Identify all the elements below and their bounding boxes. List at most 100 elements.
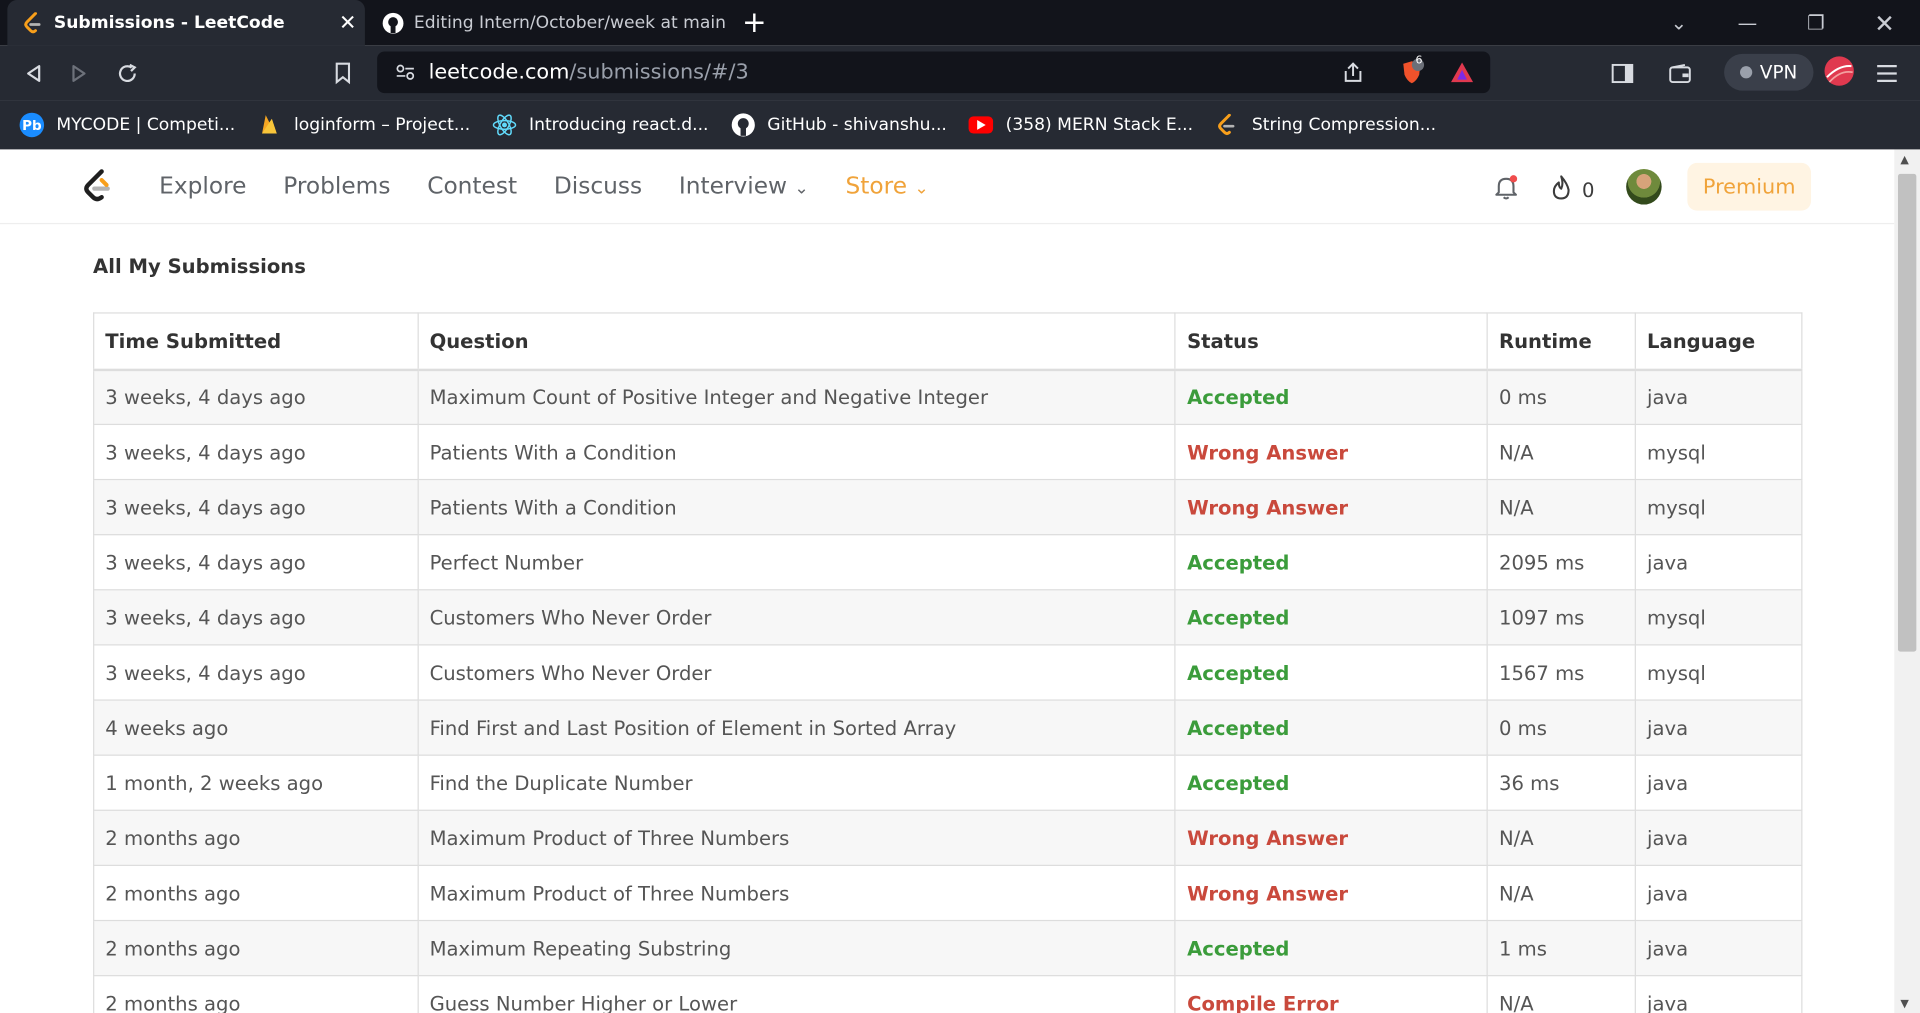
cell-status-link[interactable]: Accepted <box>1174 754 1488 811</box>
bookmarks-bar: Pb MYCODE | Competi... loginform – Projec… <box>0 100 1920 150</box>
cell-question-link[interactable]: Patients With a Condition <box>417 478 1177 536</box>
cell-status-link[interactable]: Accepted <box>1174 534 1488 591</box>
vpn-button[interactable]: VPN <box>1724 53 1814 91</box>
cell-status-link[interactable]: Wrong Answer <box>1174 809 1488 867</box>
cell-status-link[interactable]: Accepted <box>1174 589 1488 646</box>
cell-status-link[interactable]: Wrong Answer <box>1174 423 1488 481</box>
cell-runtime: 1097 ms <box>1486 589 1637 646</box>
table-row: 1 month, 2 weeks ago Find the Duplicate N… <box>93 754 1803 811</box>
cell-question-link[interactable]: Patients With a Condition <box>417 423 1177 481</box>
reload-icon[interactable] <box>111 58 143 90</box>
leetcode-logo-icon[interactable] <box>81 169 115 211</box>
cell-question-link[interactable]: Maximum Count of Positive Integer and Ne… <box>417 368 1177 426</box>
back-icon[interactable] <box>17 58 49 90</box>
leetcode-icon <box>1215 113 1239 137</box>
page-title: All My Submissions <box>93 254 306 279</box>
cell-question-link[interactable]: Customers Who Never Order <box>417 589 1177 646</box>
nav-explore[interactable]: Explore <box>159 173 246 200</box>
cell-question-link[interactable]: Customers Who Never Order <box>417 644 1177 701</box>
cell-question-link[interactable]: Maximum Repeating Substring <box>417 919 1177 977</box>
cell-runtime: N/A <box>1486 864 1637 922</box>
cell-runtime: 0 ms <box>1486 368 1637 426</box>
cell-language: mysql <box>1634 589 1803 646</box>
restore-button[interactable]: ❐ <box>1782 0 1851 45</box>
cell-status-link[interactable]: Accepted <box>1174 644 1488 701</box>
brave-shields-icon[interactable] <box>1396 56 1428 88</box>
chevron-down-icon: ⌄ <box>914 178 929 199</box>
profile-icon[interactable] <box>1823 55 1855 87</box>
table-row: 4 weeks ago Find First and Last Position … <box>93 699 1803 756</box>
premium-button[interactable]: Premium <box>1687 162 1812 211</box>
column-header-runtime: Runtime <box>1486 312 1637 371</box>
table-row: 2 months ago Maximum Product of Three Num… <box>93 809 1803 867</box>
nav-store[interactable]: Store ⌄ <box>846 173 929 200</box>
cell-time-submitted: 2 months ago <box>93 975 419 1013</box>
cell-question-link[interactable]: Perfect Number <box>417 534 1177 591</box>
avatar[interactable] <box>1626 169 1662 205</box>
cell-question-link[interactable]: Find First and Last Position of Element … <box>417 699 1177 756</box>
table-row: 3 weeks, 4 days ago Patients With a Condi… <box>93 423 1803 481</box>
cell-status-link[interactable]: Wrong Answer <box>1174 864 1488 922</box>
cell-runtime: N/A <box>1486 809 1637 867</box>
scroll-down-icon[interactable]: ▼ <box>1900 998 1908 1010</box>
close-tab-icon[interactable]: ✕ <box>331 10 365 34</box>
scroll-up-icon[interactable]: ▲ <box>1900 154 1908 166</box>
address-bar[interactable]: leetcode.com/submissions/#/3 6 <box>377 51 1491 94</box>
close-window-button[interactable]: ✕ <box>1850 0 1919 45</box>
table-row: 3 weeks, 4 days ago Customers Who Never O… <box>93 589 1803 646</box>
new-tab-button[interactable]: + <box>742 5 767 39</box>
cell-language: mysql <box>1634 478 1803 536</box>
bookmark-item[interactable]: loginform – Project... <box>257 113 470 137</box>
tab-github-editing[interactable]: Editing Intern/October/week at main · <box>367 0 725 45</box>
cell-question-link[interactable]: Guess Number Higher or Lower <box>417 975 1177 1013</box>
cell-status-link[interactable]: Accepted <box>1174 368 1488 426</box>
nav-interview[interactable]: Interview ⌄ <box>679 173 809 200</box>
cell-language: java <box>1634 699 1803 756</box>
sidebar-icon[interactable] <box>1607 58 1639 90</box>
bookmark-item[interactable]: (358) MERN Stack E... <box>968 115 1193 135</box>
nav-discuss[interactable]: Discuss <box>554 173 642 200</box>
table-row: 3 weeks, 4 days ago Maximum Count of Posi… <box>93 368 1803 426</box>
tab-title: Submissions - LeetCode <box>53 12 285 33</box>
wallet-icon[interactable] <box>1664 58 1696 90</box>
menu-icon[interactable] <box>1871 58 1903 90</box>
bookmark-item[interactable]: Pb MYCODE | Competi... <box>19 112 236 138</box>
bookmark-item[interactable]: GitHub - shivanshu... <box>731 113 947 137</box>
cell-time-submitted: 4 weeks ago <box>93 699 419 756</box>
fire-icon <box>1550 174 1572 206</box>
site-navbar: Explore Problems Contest Discuss Intervi… <box>0 149 1895 225</box>
nav-problems[interactable]: Problems <box>283 173 390 200</box>
notification-bell-icon[interactable] <box>1493 174 1520 206</box>
tab-leetcode-submissions[interactable]: Submissions - LeetCode ✕ <box>7 0 365 46</box>
bookmark-icon[interactable] <box>327 58 359 90</box>
site-settings-icon[interactable] <box>389 56 421 88</box>
cell-question-link[interactable]: Find the Duplicate Number <box>417 754 1177 811</box>
minimize-button[interactable]: — <box>1713 0 1782 45</box>
brave-rewards-icon[interactable] <box>1446 56 1478 88</box>
nav-contest[interactable]: Contest <box>427 173 517 200</box>
cell-status-link[interactable]: Compile Error <box>1174 975 1488 1013</box>
bookmark-item[interactable]: Introducing react.d... <box>492 113 709 137</box>
bookmark-item[interactable]: String Compression... <box>1215 113 1436 137</box>
youtube-icon <box>968 116 994 134</box>
cell-status-link[interactable]: Accepted <box>1174 919 1488 977</box>
cell-time-submitted: 1 month, 2 weeks ago <box>93 754 419 811</box>
cell-question-link[interactable]: Maximum Product of Three Numbers <box>417 864 1177 922</box>
browser-toolbar: leetcode.com/submissions/#/3 6 VPN <box>0 45 1920 101</box>
page-scrollbar[interactable]: ▲ ▼ <box>1894 149 1920 1013</box>
streak-counter[interactable]: 0 <box>1550 174 1595 206</box>
cell-time-submitted: 3 weeks, 4 days ago <box>93 368 419 426</box>
scrollbar-thumb[interactable] <box>1897 173 1917 652</box>
cell-language: java <box>1634 534 1803 591</box>
cell-question-link[interactable]: Maximum Product of Three Numbers <box>417 809 1177 867</box>
share-icon[interactable] <box>1337 56 1369 88</box>
tab-search-icon[interactable]: ⌄ <box>1645 0 1714 45</box>
cell-language: java <box>1634 368 1803 426</box>
cell-language: java <box>1634 754 1803 811</box>
cell-status-link[interactable]: Accepted <box>1174 699 1488 756</box>
table-row: 3 weeks, 4 days ago Customers Who Never O… <box>93 644 1803 701</box>
cell-status-link[interactable]: Wrong Answer <box>1174 478 1488 536</box>
column-header-language: Language <box>1634 312 1803 371</box>
github-icon <box>382 12 404 34</box>
forward-icon[interactable] <box>64 58 96 90</box>
